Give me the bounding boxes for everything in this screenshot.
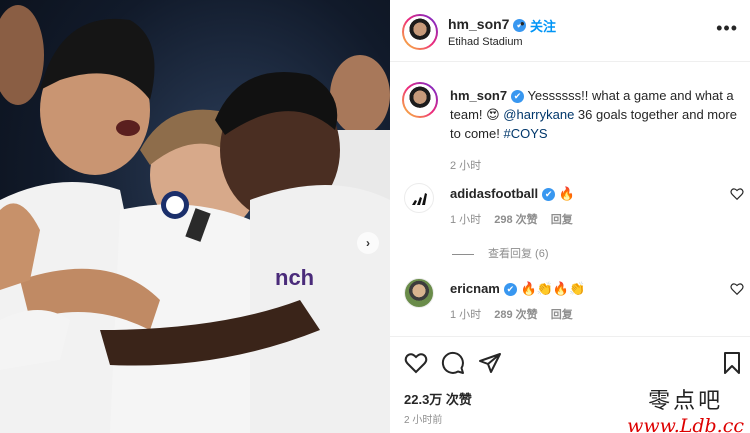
post-photo: nch › xyxy=(0,0,390,433)
comment-likes[interactable]: 289 次赞 xyxy=(494,309,537,321)
location-link[interactable]: Etihad Stadium xyxy=(448,36,523,48)
post-time-ago: 2 小时前 xyxy=(404,415,443,426)
caption-text: hm_son7 ✔ Yessssss!! what a game and what… xyxy=(450,86,740,176)
author-username-text[interactable]: hm_son7 xyxy=(448,16,509,32)
comment-meta: 1 小时 298 次赞 回复 xyxy=(450,211,583,227)
post-detail-panel: hm_son7 ✔ • 关注 Etihad Stadium ••• hm_son7… xyxy=(390,0,750,433)
verified-icon: ✔ xyxy=(503,283,517,297)
comment-heart-icon[interactable] xyxy=(730,282,744,296)
watermark-url: www.Ldb.cc xyxy=(627,415,744,433)
post-header: hm_son7 ✔ • 关注 Etihad Stadium ••• xyxy=(390,0,750,62)
heart-icon[interactable] xyxy=(404,351,428,375)
comment-time: 1 小时 xyxy=(450,309,482,321)
comment-text: ericnam ✔ 🔥👏🔥👏 xyxy=(450,281,585,297)
reply-button[interactable]: 回复 xyxy=(551,309,573,321)
hashtag-link[interactable]: #COYS xyxy=(503,126,547,141)
carousel-next-icon[interactable]: › xyxy=(357,232,379,254)
mention-link[interactable]: @harrykane xyxy=(503,107,574,122)
adidas-logo-icon xyxy=(412,193,427,205)
follow-button[interactable]: 关注 xyxy=(530,16,556,35)
comment-username[interactable]: ericnam xyxy=(450,281,500,296)
verified-icon: ✔ xyxy=(511,90,525,104)
comment-meta: 1 小时 289 次赞 回复 xyxy=(450,306,583,322)
replies-line xyxy=(452,253,474,255)
watermark-chinese: 零点吧 xyxy=(648,389,724,414)
comment-likes[interactable]: 298 次赞 xyxy=(494,214,537,226)
likes-count[interactable]: 22.3万 次赞 xyxy=(404,389,472,408)
commenter-avatar[interactable] xyxy=(404,278,434,308)
caption-username[interactable]: hm_son7 xyxy=(450,88,507,103)
view-replies-button[interactable]: 查看回复 (6) xyxy=(452,245,549,261)
celebration-photo: nch xyxy=(0,5,390,433)
comment-body: 🔥 xyxy=(558,186,575,201)
author-username[interactable]: hm_son7 ✔ xyxy=(448,16,527,32)
comment-heart-icon[interactable] xyxy=(730,187,744,201)
verified-icon: ✔ xyxy=(542,188,556,202)
caption-time: 2 小时 xyxy=(450,160,482,172)
commenter-avatar[interactable] xyxy=(404,183,434,213)
comment-icon[interactable] xyxy=(441,351,465,375)
more-icon[interactable]: ••• xyxy=(716,18,738,39)
watermark: 零点吧 www.Ldb.cc xyxy=(627,383,744,433)
separator-dot: • xyxy=(520,16,525,31)
comment-username[interactable]: adidasfootball xyxy=(450,186,538,201)
view-replies-label[interactable]: 查看回复 (6) xyxy=(488,248,549,260)
comment-body: 🔥👏🔥👏 xyxy=(520,281,586,296)
bookmark-icon[interactable] xyxy=(720,351,744,375)
svg-text:nch: nch xyxy=(275,265,314,290)
author-avatar[interactable] xyxy=(402,14,438,50)
reply-button[interactable]: 回复 xyxy=(551,214,573,226)
share-icon[interactable] xyxy=(478,351,502,375)
comment-text: adidasfootball ✔ 🔥 xyxy=(450,186,575,202)
comment-time: 1 小时 xyxy=(450,214,482,226)
caption-avatar[interactable] xyxy=(402,82,438,118)
